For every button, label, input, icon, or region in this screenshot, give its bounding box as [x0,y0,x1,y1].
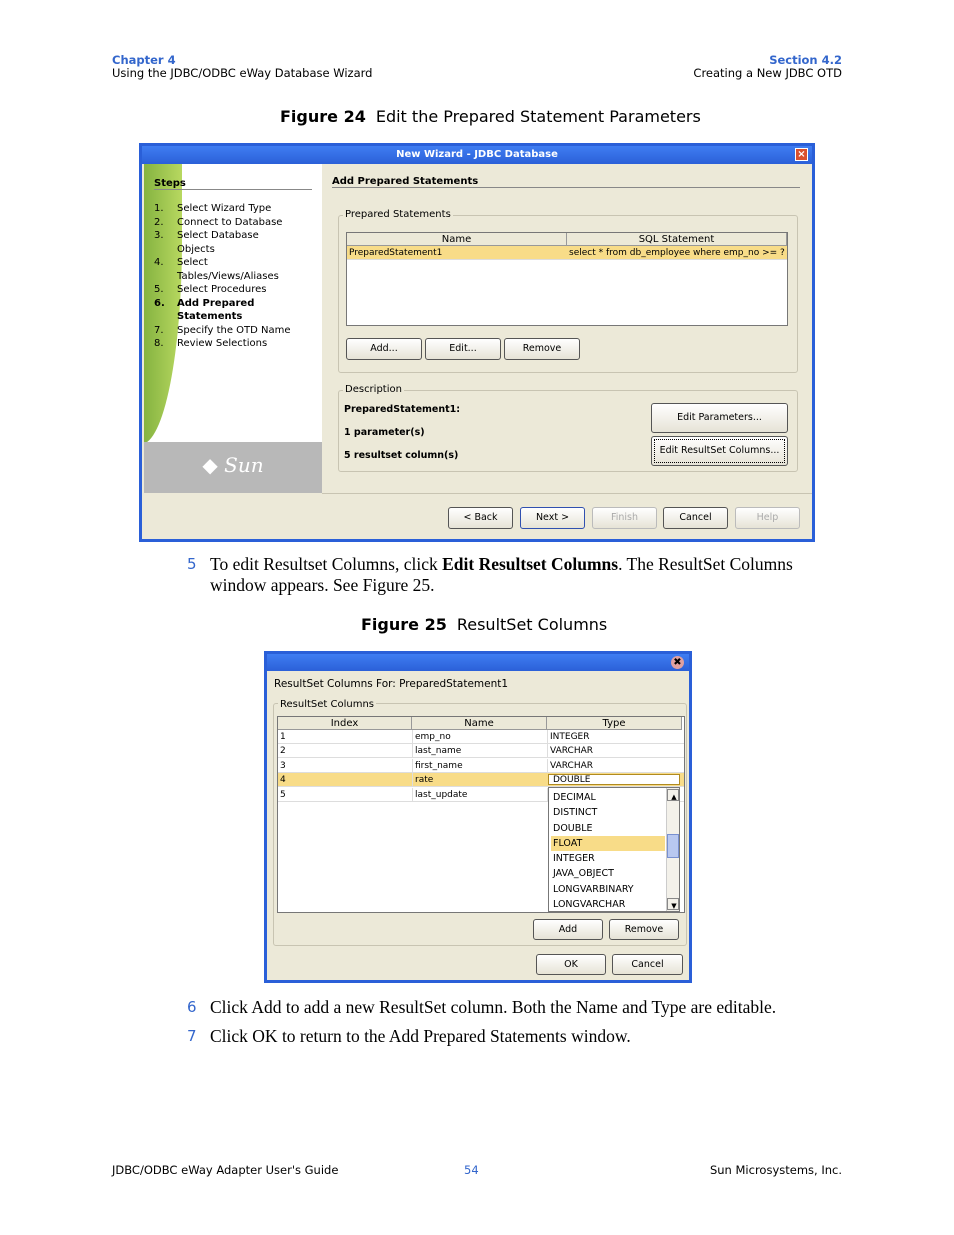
col-header-sql[interactable]: SQL Statement [567,233,787,246]
resultset-window: ✖ ResultSet Columns For: PreparedStateme… [264,651,692,983]
divider [322,493,812,494]
col-header-index[interactable]: Index [278,717,412,730]
description-group: Description PreparedStatement1: 1 parame… [338,384,798,472]
col-header-name[interactable]: Name [412,717,547,730]
dropdown-option[interactable]: FLOAT [551,835,665,852]
step-item: 3. Select Database Objects [154,230,259,255]
scroll-down-icon[interactable]: ▼ [667,898,679,910]
next-button[interactable]: Next > [520,507,585,529]
figure-25-caption: Figure 25 ResultSet Columns [361,615,607,634]
figure-24-caption: Figure 24 Edit the Prepared Statement Par… [280,107,701,126]
edit-button[interactable]: Edit... [425,338,501,360]
col-header-name[interactable]: Name [347,233,567,246]
col-header-type[interactable]: Type [547,717,682,730]
step-5: 5 To edit Resultset Columns, click Edit R… [187,554,793,595]
figure-label: Figure 25 [361,615,447,634]
table-row[interactable]: 4 rate DOUBLE [278,773,684,788]
group-label: ResultSet Columns [278,699,377,710]
edit-resultset-columns-button[interactable]: Edit ResultSet Columns... [651,436,788,466]
step-7: 7 Click OK to return to the Add Prepared … [187,1026,631,1046]
add-button[interactable]: Add [533,919,603,940]
step-item: 6. Add Prepared Statements [154,297,255,323]
table-row[interactable]: 2 last_name VARCHAR [278,744,684,759]
page-number: 54 [464,1163,479,1177]
step-item: 8. Review Selections [154,338,268,349]
dropdown-option[interactable]: INTEGER [551,851,665,866]
desc-statement-name: PreparedStatement1: [344,404,461,415]
footer-guide-title: JDBC/ODBC eWay Adapter User's Guide [112,1163,339,1177]
dropdown-option[interactable]: DISTINCT [551,805,665,820]
figure-title: Edit the Prepared Statement Parameters [375,107,701,126]
edit-parameters-button[interactable]: Edit Parameters... [651,403,788,433]
ok-button[interactable]: OK [536,954,606,975]
page-header-left: Chapter 4 Using the JDBC/ODBC eWay Datab… [112,54,372,80]
figure-label: Figure 24 [280,107,366,126]
wizard-window: New Wizard - JDBC Database × Steps 1. Sel… [139,143,815,542]
dropdown-option[interactable]: LONGVARBINARY [551,882,665,897]
close-icon[interactable]: ✖ [671,656,684,669]
steps-heading: Steps [154,178,312,190]
step-item: 4. Select Tables/Views/Aliases [154,257,279,282]
desc-params: 1 parameter(s) [344,427,425,438]
back-button[interactable]: < Back [448,507,513,529]
desc-columns: 5 resultset column(s) [344,450,459,461]
panel-title: Add Prepared Statements [332,176,800,188]
step-item: 2. Connect to Database [154,216,283,228]
steps-list: 1. Select Wizard Type 2. Connect to Databas… [154,202,319,351]
group-label: Prepared Statements [343,209,453,220]
dropdown-option[interactable]: JAVA_OBJECT [551,866,665,881]
sun-logo: ◆ Sun [144,442,322,493]
resultset-table: Index Name Type 1 emp_no INTEGER 2 last_name… [277,716,685,913]
close-icon[interactable]: × [795,148,808,161]
scroll-thumb[interactable] [667,834,679,858]
remove-button[interactable]: Remove [609,919,679,940]
help-button: Help [735,507,800,529]
dropdown-option[interactable]: DECIMAL [551,790,665,805]
title-bar: New Wizard - JDBC Database × [142,146,812,164]
footer-company: Sun Microsystems, Inc. [709,1163,842,1177]
table-row[interactable]: PreparedStatement1 select * from db_emplo… [347,246,787,260]
window-title: New Wizard - JDBC Database [396,149,558,160]
step-item: 1. Select Wizard Type [154,203,272,214]
resultset-group: ResultSet Columns Index Name Type 1 emp_n… [273,699,687,946]
dropdown-option[interactable]: DOUBLE [551,821,665,836]
add-button[interactable]: Add... [346,338,422,360]
cancel-button[interactable]: Cancel [612,954,683,975]
type-dropdown-list[interactable]: DECIMAL DISTINCT DOUBLE FLOAT INTEGER JAVA_OB… [548,787,680,912]
remove-button[interactable]: Remove [504,338,580,360]
steps-panel: Steps 1. Select Wizard Type 2. Connect to D… [144,164,322,493]
scrollbar[interactable]: ▲ ▼ [666,788,679,911]
table-row[interactable]: 1 emp_no INTEGER [278,730,684,744]
step-item: 5. Select Procedures [154,284,267,295]
scroll-up-icon[interactable]: ▲ [667,789,679,801]
section-title: Creating a New JDBC OTD [693,66,842,80]
cancel-button[interactable]: Cancel [663,507,728,529]
dropdown-option[interactable]: LONGVARCHAR [551,897,665,911]
step-item: 7. Specify the OTD Name [154,324,291,336]
dialog-heading: ResultSet Columns For: PreparedStatement… [274,678,509,690]
page-header-right: Section 4.2 Creating a New JDBC OTD [693,54,842,80]
title-bar: ✖ [267,654,689,671]
prepared-statements-group: Prepared Statements Name SQL Statement P… [338,209,798,373]
group-label: Description [343,384,404,395]
figure-title: ResultSet Columns [456,615,608,634]
table-row[interactable]: 3 first_name VARCHAR [278,758,684,773]
finish-button: Finish [592,507,657,529]
type-combo[interactable]: DOUBLE [548,774,680,786]
chapter-title: Using the JDBC/ODBC eWay Database Wizard [112,66,373,80]
step-6: 6 Click Add to add a new ResultSet column… [187,997,777,1017]
bold-term: Edit Resultset Columns [442,554,619,574]
prepared-table: Name SQL Statement PreparedStatement1 sel… [346,232,788,326]
